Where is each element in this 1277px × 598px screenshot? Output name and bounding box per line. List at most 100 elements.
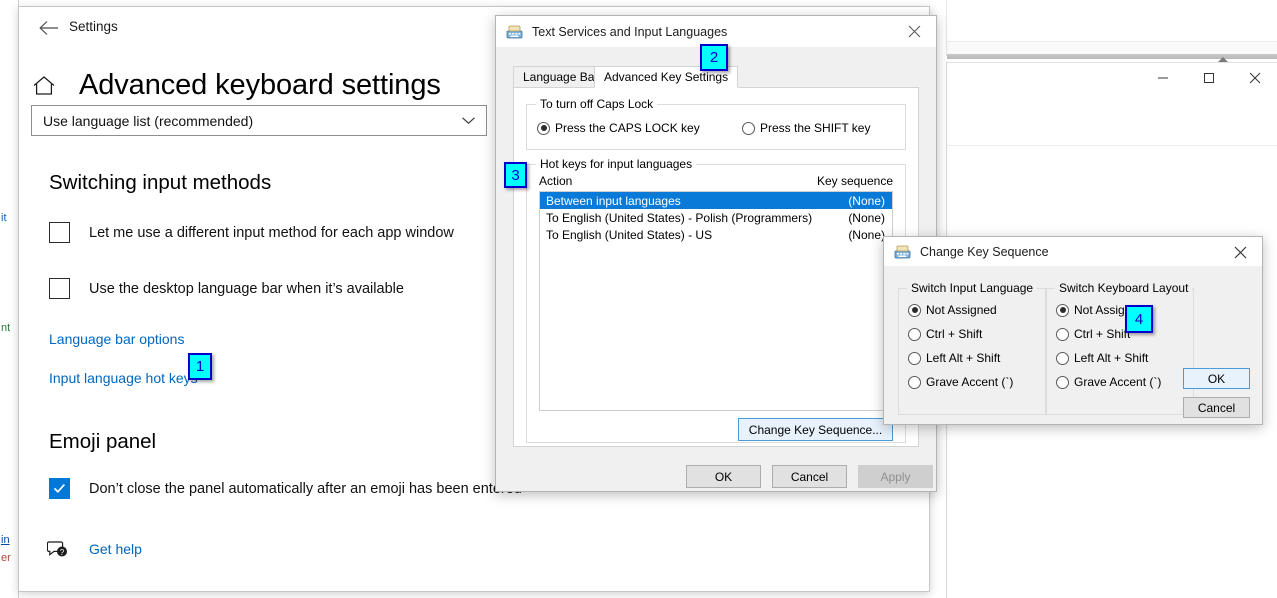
- checkbox-label-emoji-panel-keep-open: Don’t close the panel automatically afte…: [89, 481, 522, 497]
- scroll-up-arrow-icon[interactable]: [1216, 50, 1230, 57]
- cks-cancel-button[interactable]: Cancel: [1183, 397, 1250, 418]
- radio-label-skl-grave-accent: Grave Accent (`): [1074, 375, 1161, 389]
- between-input-languages-row[interactable]: Between input languages (None): [540, 192, 892, 209]
- radio-press-caps-lock[interactable]: [537, 122, 550, 135]
- table-row[interactable]: To English (United States) - Polish (Pro…: [540, 209, 892, 226]
- radio-sil-not-assigned[interactable]: [908, 304, 921, 317]
- language-bar-options-link[interactable]: Language bar options: [49, 331, 184, 347]
- text-services-dialog[interactable]: Text Services and Input Languages Langua…: [495, 15, 937, 492]
- checkbox-row-emoji-panel[interactable]: Don’t close the panel automatically afte…: [49, 478, 522, 499]
- row-keyseq-1: (None): [848, 211, 885, 225]
- change-key-sequence-dialog[interactable]: Change Key Sequence Switch Input Languag…: [883, 236, 1263, 425]
- checkbox-emoji-panel-keep-open[interactable]: [49, 478, 70, 499]
- caps-lock-groupbox: To turn off Caps Lock Press the CAPS LOC…: [526, 104, 906, 150]
- control-panel-address-toolbar: Search Control Panel: [947, 109, 1277, 145]
- radio-skl-grave-accent[interactable]: [1056, 376, 1069, 389]
- sliver-text-1: it: [1, 212, 7, 224]
- switch-keyboard-layout-groupbox: Switch Keyboard Layout Not Assigned Ctrl…: [1046, 288, 1194, 415]
- override-language-value: Use language list (recommended): [43, 113, 253, 129]
- radio-sil-grave-accent[interactable]: [908, 376, 921, 389]
- column-header-action: Action: [539, 174, 572, 190]
- radio-label-press-caps-lock: Press the CAPS LOCK key: [555, 121, 700, 135]
- text-services-dialog-titlebar: Text Services and Input Languages: [496, 16, 936, 47]
- row-action-2: To English (United States) - US: [546, 228, 712, 242]
- column-header-key-sequence: Key sequence: [817, 174, 893, 190]
- radio-row-sil-not-assigned[interactable]: Not Assigned: [908, 303, 997, 317]
- radio-sil-ctrl-shift[interactable]: [908, 328, 921, 341]
- background-window-sliver[interactable]: it nt in er: [0, 0, 19, 598]
- close-icon[interactable]: [1218, 237, 1262, 267]
- hotkeys-groupbox: Hot keys for input languages Action Key …: [526, 164, 906, 443]
- row-keyseq-0: (None): [848, 194, 885, 208]
- radio-label-sil-left-alt-shift: Left Alt + Shift: [926, 351, 1000, 365]
- cancel-button[interactable]: Cancel: [772, 465, 847, 488]
- radio-skl-ctrl-shift[interactable]: [1056, 328, 1069, 341]
- switch-input-language-groupbox: Switch Input Language Not Assigned Ctrl …: [898, 288, 1046, 415]
- change-key-sequence-title: Change Key Sequence: [920, 245, 1049, 259]
- maximize-button[interactable]: [1186, 63, 1232, 92]
- checkbox-row-different-input-method[interactable]: Let me use a different input method for …: [49, 222, 454, 243]
- control-panel-titlebar: [947, 63, 1277, 94]
- get-help-link[interactable]: Get help: [89, 541, 142, 557]
- advanced-key-settings-tabpage: To turn off Caps Lock Press the CAPS LOC…: [513, 87, 919, 447]
- sliver-text-3[interactable]: in: [1, 534, 10, 546]
- radio-label-press-shift: Press the SHIFT key: [760, 121, 870, 135]
- row-action-1: To English (United States) - Polish (Pro…: [546, 211, 812, 225]
- keyboard-icon: [506, 23, 523, 40]
- radio-skl-left-alt-shift[interactable]: [1056, 352, 1069, 365]
- table-row[interactable]: To English (United States) - US (None): [540, 226, 892, 243]
- keyboard-icon: [894, 243, 911, 260]
- background-upper-window: [946, 0, 1277, 56]
- radio-label-sil-not-assigned: Not Assigned: [926, 303, 997, 317]
- radio-row-press-caps-lock[interactable]: Press the CAPS LOCK key: [537, 121, 700, 135]
- sliver-text-4: er: [1, 552, 11, 564]
- section-heading-switching-input-methods: Switching input methods: [49, 171, 271, 195]
- annotation-2: 2: [700, 44, 728, 71]
- radio-row-skl-grave-accent[interactable]: Grave Accent (`): [1056, 375, 1161, 389]
- home-icon[interactable]: [31, 74, 57, 98]
- page-header: Advanced keyboard settings: [31, 69, 441, 102]
- annotation-1: 1: [188, 353, 212, 380]
- radio-sil-left-alt-shift[interactable]: [908, 352, 921, 365]
- chevron-down-icon[interactable]: [461, 112, 476, 130]
- minimize-button[interactable]: [1140, 63, 1186, 92]
- checkbox-row-desktop-language-bar[interactable]: Use the desktop language bar when it’s a…: [49, 278, 404, 299]
- annotation-4: 4: [1125, 305, 1153, 333]
- radio-row-sil-grave-accent[interactable]: Grave Accent (`): [908, 375, 1013, 389]
- cks-ok-button[interactable]: OK: [1183, 368, 1250, 389]
- close-icon[interactable]: [892, 16, 936, 46]
- radio-row-sil-ctrl-shift[interactable]: Ctrl + Shift: [908, 327, 982, 341]
- caps-lock-group-legend: To turn off Caps Lock: [536, 97, 657, 111]
- radio-row-skl-ctrl-shift[interactable]: Ctrl + Shift: [1056, 327, 1130, 341]
- change-key-sequence-body: Switch Input Language Not Assigned Ctrl …: [884, 266, 1262, 424]
- listview-header: Action Key sequence: [539, 174, 893, 190]
- radio-label-sil-grave-accent: Grave Accent (`): [926, 375, 1013, 389]
- sliver-text-2: nt: [1, 322, 10, 334]
- radio-row-press-shift[interactable]: Press the SHIFT key: [742, 121, 870, 135]
- apply-button: Apply: [858, 465, 933, 488]
- change-key-sequence-button[interactable]: Change Key Sequence...: [738, 418, 893, 441]
- svg-text:?: ?: [60, 548, 65, 557]
- radio-row-sil-left-alt-shift[interactable]: Left Alt + Shift: [908, 351, 1000, 365]
- checkbox-different-input-method[interactable]: [49, 222, 70, 243]
- radio-press-shift[interactable]: [742, 122, 755, 135]
- radio-label-skl-left-alt-shift: Left Alt + Shift: [1074, 351, 1148, 365]
- checkbox-label-desktop-language-bar: Use the desktop language bar when it’s a…: [89, 281, 404, 297]
- radio-row-skl-left-alt-shift[interactable]: Left Alt + Shift: [1056, 351, 1148, 365]
- close-button[interactable]: [1232, 63, 1277, 92]
- switch-keyboard-layout-not-assigned-radio[interactable]: [1056, 304, 1069, 317]
- screen: it nt in er: [0, 0, 1277, 598]
- back-button[interactable]: [29, 15, 69, 41]
- override-language-combobox[interactable]: Use language list (recommended): [31, 105, 487, 136]
- row-action-0: Between input languages: [546, 194, 681, 208]
- page-title: Advanced keyboard settings: [79, 69, 441, 102]
- hotkeys-listview[interactable]: Between input languages (None) To Englis…: [539, 191, 893, 411]
- radio-label-skl-ctrl-shift: Ctrl + Shift: [1074, 327, 1130, 341]
- annotation-3: 3: [504, 162, 527, 188]
- get-help-row[interactable]: ? Get help: [47, 539, 142, 559]
- ok-button[interactable]: OK: [686, 465, 761, 488]
- checkbox-desktop-language-bar[interactable]: [49, 278, 70, 299]
- checkbox-label-different-input-method: Let me use a different input method for …: [89, 225, 454, 241]
- input-language-hot-keys-link[interactable]: Input language hot keys: [49, 370, 198, 386]
- text-services-dialog-body: Language Bar Advanced Key Settings To tu…: [496, 47, 936, 491]
